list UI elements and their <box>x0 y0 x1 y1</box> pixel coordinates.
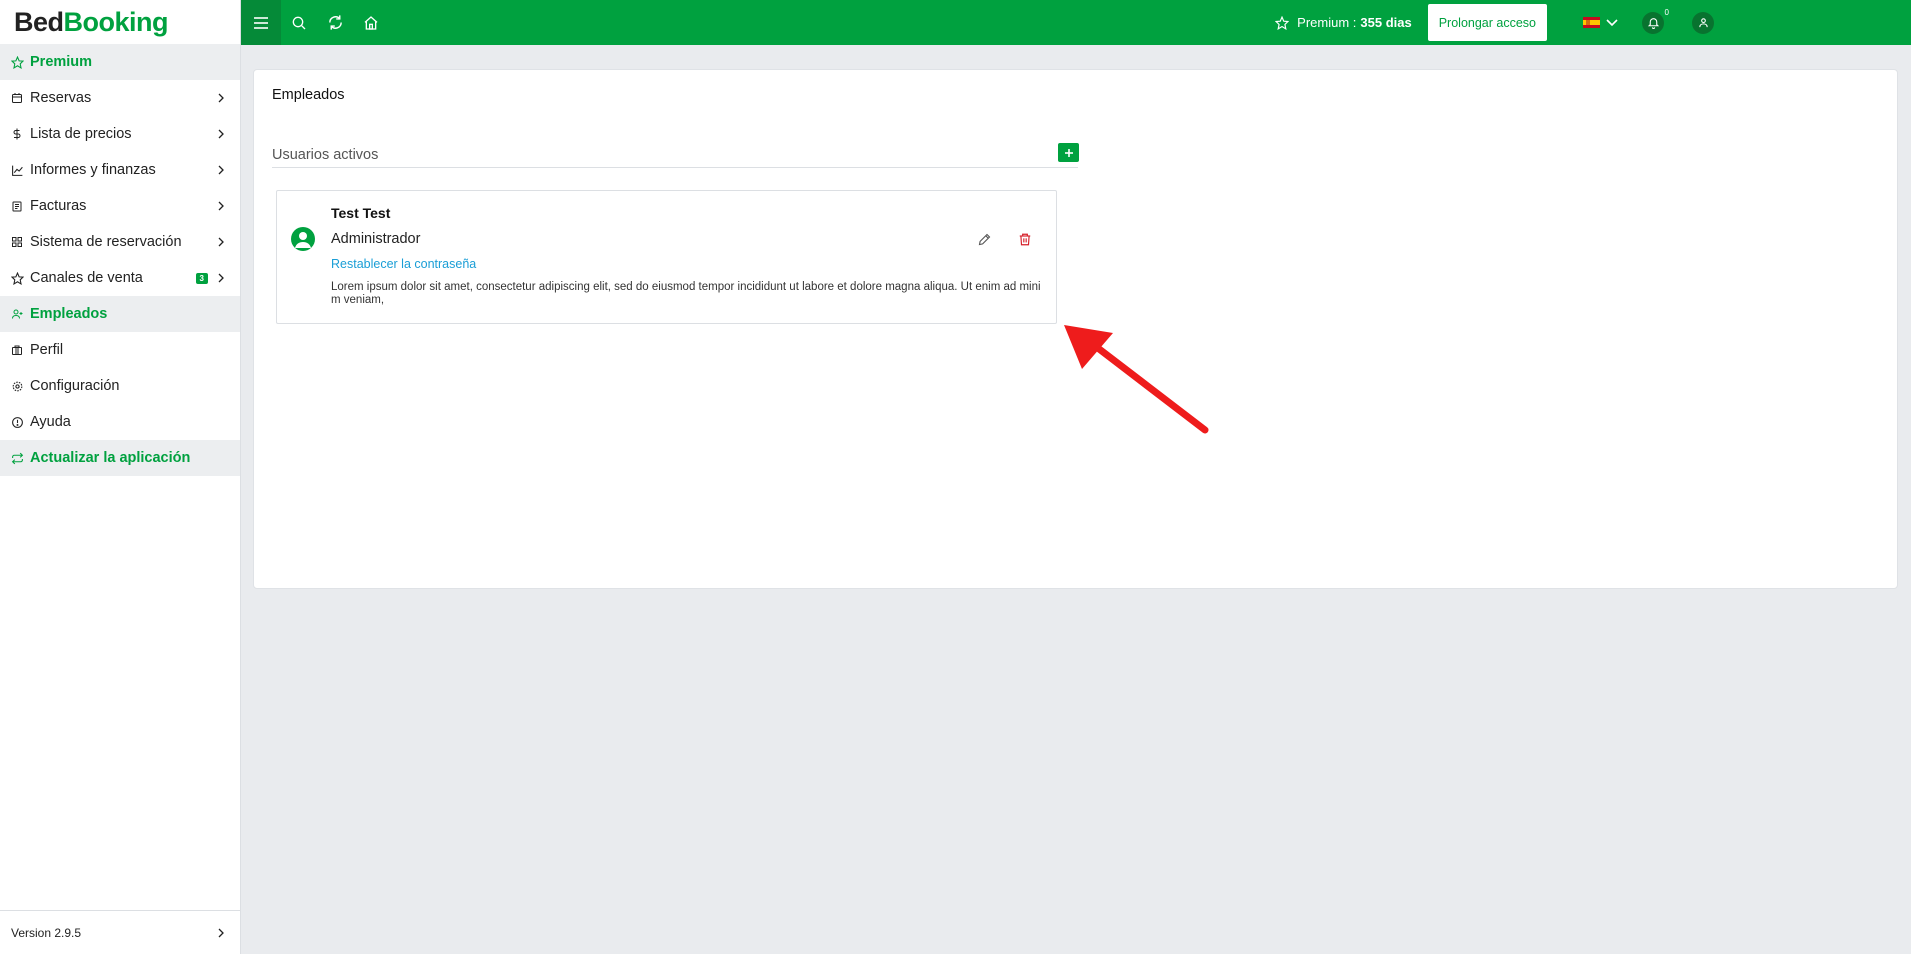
sidebar-item-canales-de-venta[interactable]: Canales de venta 3 <box>0 260 240 296</box>
plus-icon <box>1064 148 1073 157</box>
hamburger-icon <box>254 16 268 29</box>
refresh-icon <box>328 15 342 30</box>
chevron-right-icon <box>218 237 224 247</box>
delete-user-button[interactable] <box>1015 229 1035 249</box>
search-icon <box>292 16 306 29</box>
user-card: Test Test Administrador Restablecer la c… <box>276 190 1057 324</box>
pencil-icon <box>978 233 990 245</box>
page-title: Empleados <box>272 87 345 103</box>
grid-icon <box>10 235 24 249</box>
chevron-right-icon <box>218 129 224 139</box>
sidebar-item-configuracion[interactable]: Configuración <box>0 368 240 404</box>
bell-icon <box>1647 18 1659 29</box>
user-plus-icon <box>10 307 24 321</box>
gear-icon <box>10 379 24 393</box>
sidebar-item-actualizar[interactable]: Actualizar la aplicación <box>0 440 240 476</box>
calendar-icon <box>10 91 24 105</box>
active-users-section-header: Usuarios activos <box>272 143 1079 168</box>
sidebar-item-sistema-de-reservacion[interactable]: Sistema de reservación <box>0 224 240 260</box>
star-icon <box>10 55 24 69</box>
sidebar-item-facturas[interactable]: Facturas <box>0 188 240 224</box>
app-logo[interactable]: Bed Booking <box>0 0 240 44</box>
user-role: Administrador <box>331 231 421 247</box>
briefcase-icon <box>10 343 24 357</box>
count-badge: 3 <box>195 272 208 284</box>
notifications-button[interactable]: 0 <box>1642 8 1669 34</box>
dollar-icon <box>10 127 24 141</box>
user-icon <box>1698 18 1708 28</box>
star-icon <box>10 271 24 285</box>
top-bar-right: Premium : 355 dias Prolongar acceso 0 <box>1275 0 1911 45</box>
edit-user-button[interactable] <box>974 229 994 249</box>
user-name: Test Test <box>331 205 391 221</box>
chevron-down-icon <box>1606 18 1618 26</box>
search-button[interactable] <box>281 0 317 45</box>
home-button[interactable] <box>353 0 389 45</box>
home-icon <box>364 15 378 30</box>
spain-flag-icon <box>1583 17 1600 28</box>
refresh-icon <box>10 451 24 465</box>
prolong-access-button[interactable]: Prolongar acceso <box>1427 4 1547 41</box>
top-bar: Premium : 355 dias Prolongar acceso 0 <box>241 0 1911 45</box>
sidebar-menu: Premium Reservas Lista de precios Inform… <box>0 44 240 476</box>
section-title: Usuarios activos <box>272 147 379 163</box>
sidebar: Bed Booking Premium Reservas Lista de pre… <box>0 0 241 954</box>
premium-label: Premium : <box>1297 15 1357 30</box>
chevron-right-icon <box>218 928 224 937</box>
menu-toggle-button[interactable] <box>241 0 281 45</box>
premium-days: 355 dias <box>1360 15 1412 30</box>
chevron-right-icon <box>218 273 224 283</box>
refresh-button[interactable] <box>317 0 353 45</box>
premium-status: Premium : 355 dias <box>1275 15 1412 30</box>
red-arrow-annotation <box>1064 325 1209 434</box>
add-user-button[interactable] <box>1058 143 1079 162</box>
sidebar-item-perfil[interactable]: Perfil <box>0 332 240 368</box>
version-label: Version 2.9.5 <box>11 925 82 940</box>
sidebar-item-informes[interactable]: Informes y finanzas <box>0 152 240 188</box>
user-menu-button[interactable] <box>1692 11 1714 34</box>
sidebar-item-lista-de-precios[interactable]: Lista de precios <box>0 116 240 152</box>
user-avatar-icon <box>291 227 315 251</box>
user-description: Lorem ipsum dolor sit amet, consectetur … <box>331 281 1041 306</box>
chevron-right-icon <box>218 201 224 211</box>
sidebar-item-premium[interactable]: Premium <box>0 44 240 80</box>
sidebar-item-reservas[interactable]: Reservas <box>0 80 240 116</box>
version-footer[interactable]: Version 2.9.5 <box>0 910 240 954</box>
language-selector[interactable] <box>1583 17 1618 28</box>
chevron-right-icon <box>218 165 224 175</box>
info-icon <box>10 415 24 429</box>
chevron-right-icon <box>218 93 224 103</box>
reset-password-link[interactable]: Restablecer la contraseña <box>331 257 476 271</box>
chart-icon <box>10 163 24 177</box>
sidebar-item-ayuda[interactable]: Ayuda <box>0 404 240 440</box>
trash-icon <box>1019 233 1031 245</box>
sidebar-item-empleados[interactable]: Empleados <box>0 296 240 332</box>
invoice-icon <box>10 199 24 213</box>
notification-count: 0 <box>1664 7 1669 17</box>
star-icon <box>1275 15 1290 30</box>
